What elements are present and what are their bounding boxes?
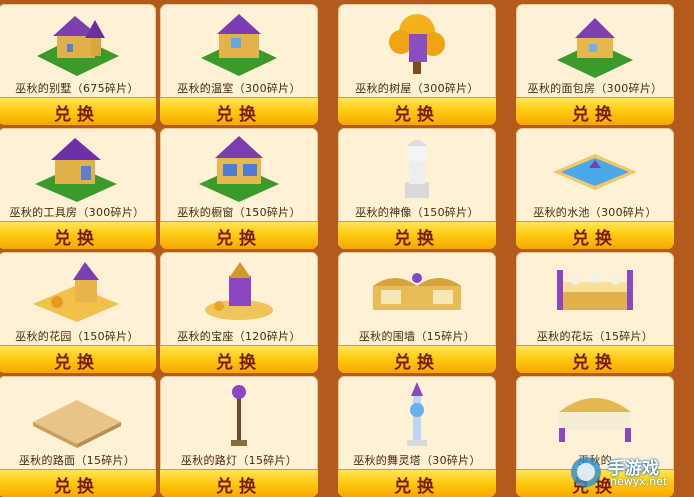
exchange-button[interactable]: 兑换 <box>160 469 318 497</box>
exchange-button[interactable]: 兑换 <box>338 97 496 125</box>
item-name: 巫秋的树屋（300碎片） <box>355 82 479 95</box>
showcase-icon <box>199 136 279 202</box>
exchange-button[interactable]: 兑换 <box>516 221 674 249</box>
exchange-card: 巫秋的水池（300碎片） 兑换 <box>516 128 674 249</box>
villa-icon <box>37 16 119 76</box>
throne-icon <box>205 262 273 320</box>
exchange-button[interactable]: 兑换 <box>338 221 496 249</box>
exchange-grid: 巫秋的别墅（675碎片） 兑换 巫秋的温室（300碎片） 兑换 巫秋的树屋（300碎片）… <box>0 0 694 497</box>
item-name: 巫秋的路面（15碎片） <box>18 454 136 467</box>
fence-icon <box>373 273 461 310</box>
watermark: 手游戏 newyx.net <box>566 454 688 490</box>
item-name: 巫秋的花园（150碎片） <box>15 330 139 343</box>
exchange-button[interactable]: 兑换 <box>516 97 674 125</box>
pool-icon <box>553 154 637 190</box>
item-name: 巫秋的面包房（300碎片） <box>527 82 663 95</box>
item-name: 巫秋的别墅（675碎片） <box>15 82 139 95</box>
exchange-button[interactable]: 兑换 <box>338 469 496 497</box>
exchange-card: 巫秋的路灯（15碎片） 兑换 <box>160 376 318 497</box>
item-name: 巫秋的舞灵塔（30碎片） <box>353 454 481 467</box>
treehouse-icon <box>389 14 445 74</box>
exchange-button[interactable]: 兑换 <box>0 97 156 125</box>
exchange-card: 巫秋的树屋（300碎片） 兑换 <box>338 4 496 125</box>
garden-icon <box>33 262 119 322</box>
bakery-icon <box>557 18 633 78</box>
watermark-logo-icon <box>571 457 601 487</box>
item-name: 巫秋的路灯（15碎片） <box>180 454 298 467</box>
item-name: 巫秋的水池（300碎片） <box>533 206 657 219</box>
toolhouse-icon <box>35 138 117 202</box>
exchange-card: 巫秋的路面（15碎片） 兑换 <box>0 376 156 497</box>
item-name: 巫秋的温室（300碎片） <box>177 82 301 95</box>
item-name: 巫秋的神像（150碎片） <box>355 206 479 219</box>
exchange-button[interactable]: 兑换 <box>0 345 156 373</box>
exchange-card: 巫秋的温室（300碎片） 兑换 <box>160 4 318 125</box>
exchange-card: 巫秋的围墙（15碎片） 兑换 <box>338 252 496 373</box>
exchange-button[interactable]: 兑换 <box>516 345 674 373</box>
flowerbed-icon <box>557 270 633 310</box>
exchange-card: 巫秋的别墅（675碎片） 兑换 <box>0 4 156 125</box>
exchange-card: 巫秋的花坛（15碎片） 兑换 <box>516 252 674 373</box>
item-name: 巫秋的橱窗（150碎片） <box>177 206 301 219</box>
exchange-card: 巫秋的神像（150碎片） 兑换 <box>338 128 496 249</box>
pavement-icon <box>33 400 121 448</box>
exchange-card: 巫秋的面包房（300碎片） 兑换 <box>516 4 674 125</box>
exchange-button[interactable]: 兑换 <box>160 97 318 125</box>
bench-icon <box>559 398 631 442</box>
exchange-button[interactable]: 兑换 <box>338 345 496 373</box>
exchange-card: 巫秋的舞灵塔（30碎片） 兑换 <box>338 376 496 497</box>
streetlamp-icon <box>231 385 247 446</box>
item-name: 巫秋的花坛（15碎片） <box>536 330 654 343</box>
exchange-card: 巫秋的橱窗（150碎片） 兑换 <box>160 128 318 249</box>
item-name: 巫秋的围墙（15碎片） <box>358 330 476 343</box>
greenhouse-icon <box>201 14 277 76</box>
item-name: 巫秋的工具房（300碎片） <box>9 206 145 219</box>
watermark-url: newyx.net <box>610 475 668 488</box>
exchange-button[interactable]: 兑换 <box>0 469 156 497</box>
exchange-button[interactable]: 兑换 <box>0 221 156 249</box>
spirit-tower-icon <box>407 382 427 446</box>
exchange-card: 巫秋的花园（150碎片） 兑换 <box>0 252 156 373</box>
statue-icon <box>405 140 429 198</box>
exchange-card: 巫秋的工具房（300碎片） 兑换 <box>0 128 156 249</box>
exchange-button[interactable]: 兑换 <box>160 221 318 249</box>
item-name: 巫秋的宝座（120碎片） <box>177 330 301 343</box>
exchange-card: 巫秋的宝座（120碎片） 兑换 <box>160 252 318 373</box>
exchange-button[interactable]: 兑换 <box>160 345 318 373</box>
